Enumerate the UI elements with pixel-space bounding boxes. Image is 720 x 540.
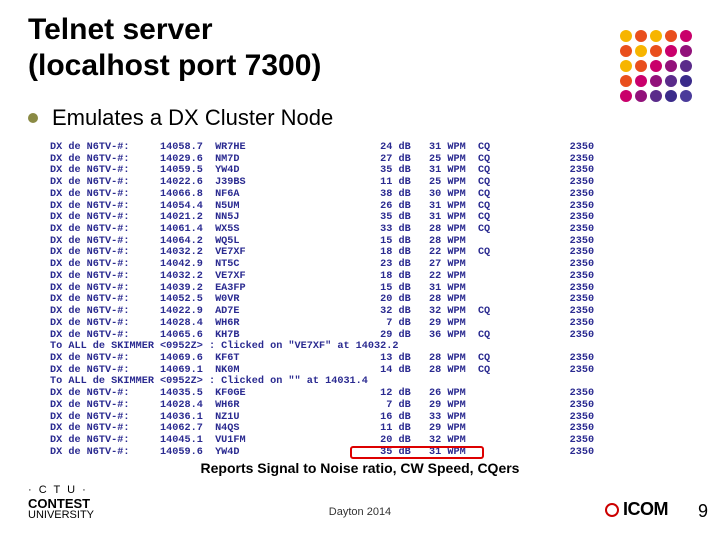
dot-icon	[620, 75, 632, 87]
telnet-output: DX de N6TV-#: 14058.7 WR7HE 24 dB 31 WPM…	[50, 142, 650, 458]
terminal-row: DX de N6TV-#: 14064.2 WQ5L 15 dB 28 WPM …	[50, 236, 650, 248]
dot-icon	[665, 75, 677, 87]
dot-icon	[620, 90, 632, 102]
bullet-text: Emulates a DX Cluster Node	[52, 105, 333, 131]
terminal-row: To ALL de SKIMMER <0952Z> : Clicked on "…	[50, 376, 650, 388]
terminal-row: DX de N6TV-#: 14059.6 YW4D 35 dB 31 WPM …	[50, 447, 650, 459]
terminal-row: DX de N6TV-#: 14036.1 NZ1U 16 dB 33 WPM …	[50, 412, 650, 424]
dot-icon	[665, 45, 677, 57]
dot-icon	[665, 60, 677, 72]
terminal-row: DX de N6TV-#: 14062.7 N4QS 11 dB 29 WPM …	[50, 423, 650, 435]
dot-icon	[635, 90, 647, 102]
icom-ring-icon	[605, 503, 619, 517]
icom-logo: ICOM	[605, 499, 668, 520]
terminal-row: DX de N6TV-#: 14029.6 NM7D 27 dB 25 WPM …	[50, 154, 650, 166]
terminal-row: DX de N6TV-#: 14032.2 VE7XF 18 dB 22 WPM…	[50, 247, 650, 259]
dot-icon	[635, 30, 647, 42]
terminal-row: DX de N6TV-#: 14059.5 YW4D 35 dB 31 WPM …	[50, 165, 650, 177]
bullet-icon	[28, 113, 38, 123]
dot-icon	[680, 60, 692, 72]
terminal-row: DX de N6TV-#: 14065.6 KH7B 29 dB 36 WPM …	[50, 330, 650, 342]
terminal-row: DX de N6TV-#: 14022.6 J39BS 11 dB 25 WPM…	[50, 177, 650, 189]
dot-icon	[650, 60, 662, 72]
terminal-row: DX de N6TV-#: 14039.2 EA3FP 15 dB 31 WPM…	[50, 283, 650, 295]
dot-icon	[635, 45, 647, 57]
terminal-row: DX de N6TV-#: 14021.2 NN5J 35 dB 31 WPM …	[50, 212, 650, 224]
slide-title: Telnet server (localhost port 7300)	[28, 12, 321, 84]
caption-text: Reports Signal to Noise ratio, CW Speed,…	[0, 460, 720, 476]
page-number: 9	[698, 501, 708, 522]
dot-icon	[650, 90, 662, 102]
terminal-row: DX de N6TV-#: 14022.9 AD7E 32 dB 32 WPM …	[50, 306, 650, 318]
terminal-row: DX de N6TV-#: 14069.6 KF6T 13 dB 28 WPM …	[50, 353, 650, 365]
dot-icon	[650, 30, 662, 42]
terminal-row: To ALL de SKIMMER <0952Z> : Clicked on "…	[50, 341, 650, 353]
dot-icon	[620, 45, 632, 57]
title-line2: (localhost port 7300)	[28, 49, 321, 82]
terminal-row: DX de N6TV-#: 14058.7 WR7HE 24 dB 31 WPM…	[50, 142, 650, 154]
icom-text: ICOM	[623, 499, 668, 520]
terminal-row: DX de N6TV-#: 14069.1 NK0M 14 dB 28 WPM …	[50, 365, 650, 377]
dot-icon	[620, 60, 632, 72]
terminal-row: DX de N6TV-#: 14054.4 N5UM 26 dB 31 WPM …	[50, 201, 650, 213]
terminal-row: DX de N6TV-#: 14042.9 NT5C 23 dB 27 WPM …	[50, 259, 650, 271]
decorative-dot-grid	[620, 30, 692, 102]
dot-icon	[635, 60, 647, 72]
terminal-row: DX de N6TV-#: 14061.4 WX5S 33 dB 28 WPM …	[50, 224, 650, 236]
bullet-item: Emulates a DX Cluster Node	[28, 105, 333, 131]
terminal-row: DX de N6TV-#: 14028.4 WH6R 7 dB 29 WPM 2…	[50, 400, 650, 412]
dot-icon	[650, 75, 662, 87]
dot-icon	[680, 30, 692, 42]
dot-icon	[665, 30, 677, 42]
dot-icon	[620, 30, 632, 42]
terminal-row: DX de N6TV-#: 14032.2 VE7XF 18 dB 22 WPM…	[50, 271, 650, 283]
dot-icon	[680, 75, 692, 87]
title-line1: Telnet server	[28, 13, 213, 46]
terminal-row: DX de N6TV-#: 14052.5 W0VR 20 dB 28 WPM …	[50, 294, 650, 306]
terminal-row: DX de N6TV-#: 14028.4 WH6R 7 dB 29 WPM 2…	[50, 318, 650, 330]
dot-icon	[680, 45, 692, 57]
terminal-row: DX de N6TV-#: 14035.5 KF0GE 12 dB 26 WPM…	[50, 388, 650, 400]
dot-icon	[650, 45, 662, 57]
dot-icon	[665, 90, 677, 102]
terminal-row: DX de N6TV-#: 14045.1 VU1FM 20 dB 32 WPM…	[50, 435, 650, 447]
dot-icon	[680, 90, 692, 102]
dot-icon	[635, 75, 647, 87]
terminal-row: DX de N6TV-#: 14066.8 NF6A 38 dB 30 WPM …	[50, 189, 650, 201]
